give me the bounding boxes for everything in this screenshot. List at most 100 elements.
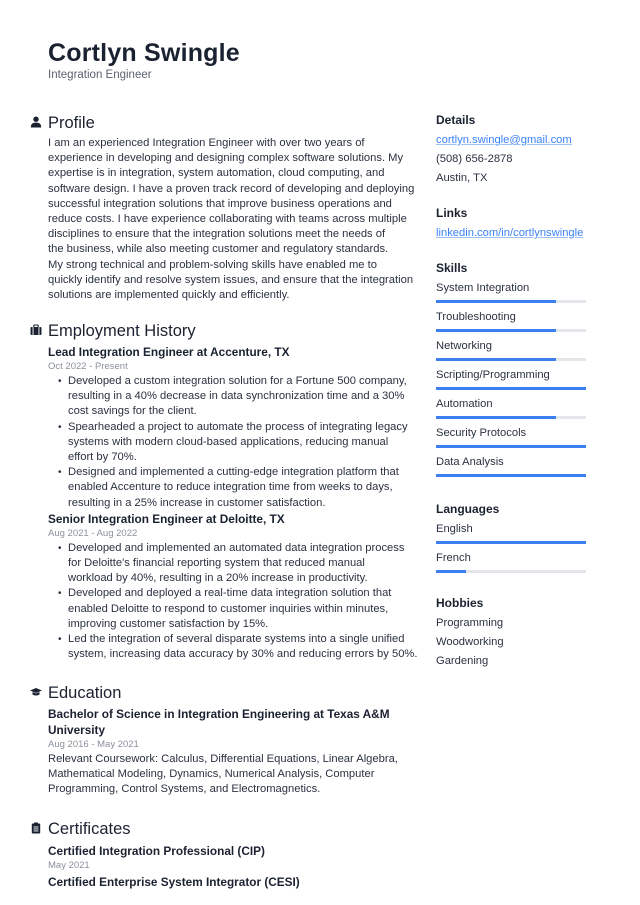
certificate-item: Certified Enterprise System Integrator (… xyxy=(48,874,418,890)
level-bar-track xyxy=(436,329,586,332)
skill-name: Scripting/Programming xyxy=(436,369,550,381)
level-bar-fill xyxy=(436,541,586,544)
education-desc-line: Programming, Control Systems, and Electr… xyxy=(48,783,321,796)
links-heading: Links xyxy=(436,206,468,220)
skill-item: Security Protocols xyxy=(436,425,586,454)
profile-line: disciplines to ensure that the integrati… xyxy=(48,228,386,241)
certificates-section: Certificates Certified Integration Profe… xyxy=(31,818,418,890)
profile-heading: Profile xyxy=(30,112,408,134)
bullet-line: for Deloitte's financial reporting syste… xyxy=(68,557,365,570)
skill-item: Troubleshooting xyxy=(436,309,586,338)
skill-name: System Integration xyxy=(436,282,530,294)
hobbies-heading: Hobbies xyxy=(436,596,484,610)
location: Austin, TX xyxy=(436,172,488,184)
level-bar-fill xyxy=(436,358,556,361)
bullet-line: workload by 40%, resulting in a 20% incr… xyxy=(68,572,368,585)
skill-item: System Integration xyxy=(436,280,586,309)
skill-item: Automation xyxy=(436,396,586,425)
hobbies-list: Programming Woodworking Gardening xyxy=(436,614,504,671)
graduation-cap-icon xyxy=(30,686,42,698)
linkedin-link[interactable]: linkedin.com/in/cortlynswingle xyxy=(436,224,583,243)
education-description: Relevant Coursework: Calculus, Different… xyxy=(48,752,418,798)
level-bar-fill xyxy=(436,416,556,419)
language-name: French xyxy=(436,552,471,564)
skill-item: Data Analysis xyxy=(436,454,586,483)
job-bullets: Developed a custom integration solution … xyxy=(58,374,418,511)
level-bar-fill xyxy=(436,445,586,448)
education-desc-line: Mathematical Modeling, Dynamics, Numeric… xyxy=(48,768,375,781)
skill-name: Security Protocols xyxy=(436,427,527,439)
skill-name: Data Analysis xyxy=(436,456,504,468)
profile-line: My strong technical and problem-solving … xyxy=(48,258,377,271)
skill-name: Troubleshooting xyxy=(436,311,516,323)
skills-list: System Integration Troubleshooting Network… xyxy=(436,280,586,483)
profile-line: software design. I have a proven track r… xyxy=(48,182,415,195)
level-bar-track xyxy=(436,300,586,303)
job-bullet: Designed and implemented a cutting-edge … xyxy=(58,465,418,511)
email-link[interactable]: cortlyn.swingle@gmail.com xyxy=(436,131,572,150)
hobbies-section: Hobbies Programming Woodworking Gardening xyxy=(436,595,504,671)
bullet-line: Developed a custom integration solution … xyxy=(68,375,407,387)
languages-section: Languages English French xyxy=(436,501,586,579)
level-bar-track xyxy=(436,445,586,448)
education-heading-text: Education xyxy=(48,684,122,702)
certificate-item: Certified Integration Professional (CIP)… xyxy=(48,843,418,872)
degree-title-line: Bachelor of Science in Integration Engin… xyxy=(48,707,390,721)
bullet-line: resulting in a 40% decrease in data sync… xyxy=(68,390,405,403)
employment-heading-text: Employment History xyxy=(48,322,196,340)
details-section: Details cortlyn.swingle@gmail.com (508) … xyxy=(436,112,572,188)
job-bullet: Led the integration of several disparate… xyxy=(58,632,418,662)
bullet-line: Developed and implemented an automated d… xyxy=(68,541,405,554)
profile-line: solutions are implemented quickly and ef… xyxy=(48,289,290,302)
profile-line: reduce costs. I have experience collabor… xyxy=(48,213,407,226)
skills-heading: Skills xyxy=(436,261,468,275)
profile-section: Profile I am an experienced Integration … xyxy=(30,112,415,303)
clipboard-icon xyxy=(30,822,42,834)
bullet-line: Spearheaded a project to automate the pr… xyxy=(68,420,408,433)
job-title: Senior Integration Engineer at Deloitte,… xyxy=(48,511,285,526)
job-bullet: Developed a custom integration solution … xyxy=(58,374,418,420)
skill-name: Networking xyxy=(436,340,492,352)
job-list: Lead Integration Engineer at Accenture, … xyxy=(48,344,418,662)
hobby-item: Programming xyxy=(436,617,504,629)
languages-heading: Languages xyxy=(436,502,500,516)
bullet-line: enabled Deloitte to respond to customer … xyxy=(68,602,389,615)
bullet-line: Designed and implemented a cutting-edge … xyxy=(68,466,399,479)
level-bar-track xyxy=(436,358,586,361)
person-icon xyxy=(30,116,42,128)
certificates-heading: Certificates xyxy=(31,818,418,840)
bullet-line: improving customer satisfaction by 15%. xyxy=(68,617,269,630)
hobby-item: Gardening xyxy=(436,655,489,667)
profile-line: expertise is in integration, system auto… xyxy=(48,167,385,180)
bullet-line: enabled Accenture to reduce integration … xyxy=(68,481,393,494)
profile-line: quickly identify and resolve system issu… xyxy=(48,273,414,286)
certificates-heading-text: Certificates xyxy=(48,820,131,838)
resume-header: Cortlyn Swingle Integration Engineer xyxy=(48,38,240,82)
certificate-title: Certified Integration Professional (CIP) xyxy=(48,844,265,858)
language-item: English xyxy=(436,521,586,550)
education-heading: Education xyxy=(30,682,418,704)
job-date: Oct 2022 - Present xyxy=(48,361,128,372)
job-bullet: Spearheaded a project to automate the pr… xyxy=(58,420,418,466)
employment-section: Employment History Lead Integration Engi… xyxy=(30,320,418,662)
details-heading: Details xyxy=(436,113,476,127)
level-bar-track xyxy=(436,416,586,419)
education-item: Bachelor of Science in Integration Engin… xyxy=(48,706,418,798)
education-desc-line: Relevant Coursework: Calculus, Different… xyxy=(48,753,398,765)
level-bar-fill xyxy=(436,300,556,303)
bullet-line: Led the integration of several disparate… xyxy=(68,633,405,646)
bullet-line: cost savings for the client. xyxy=(68,405,197,418)
bullet-line: system, increasing data accuracy by 30% … xyxy=(68,648,418,661)
level-bar-track xyxy=(436,541,586,544)
job-bullet: Developed and deployed a real-time data … xyxy=(58,586,418,632)
skill-item: Networking xyxy=(436,338,586,367)
bullet-line: systems with modern cloud-based applicat… xyxy=(68,435,389,448)
job-title: Lead Integration Engineer at Accenture, … xyxy=(48,345,290,359)
skills-section: Skills System Integration Troubleshooting… xyxy=(436,260,586,483)
level-bar-fill xyxy=(436,474,586,477)
level-bar-track xyxy=(436,474,586,477)
level-bar-fill xyxy=(436,329,556,332)
job-bullet: Developed and implemented an automated d… xyxy=(58,541,418,587)
profile-line: experience in developing and designing c… xyxy=(48,152,404,165)
profile-line: I am an experienced Integration Engineer… xyxy=(48,137,365,149)
